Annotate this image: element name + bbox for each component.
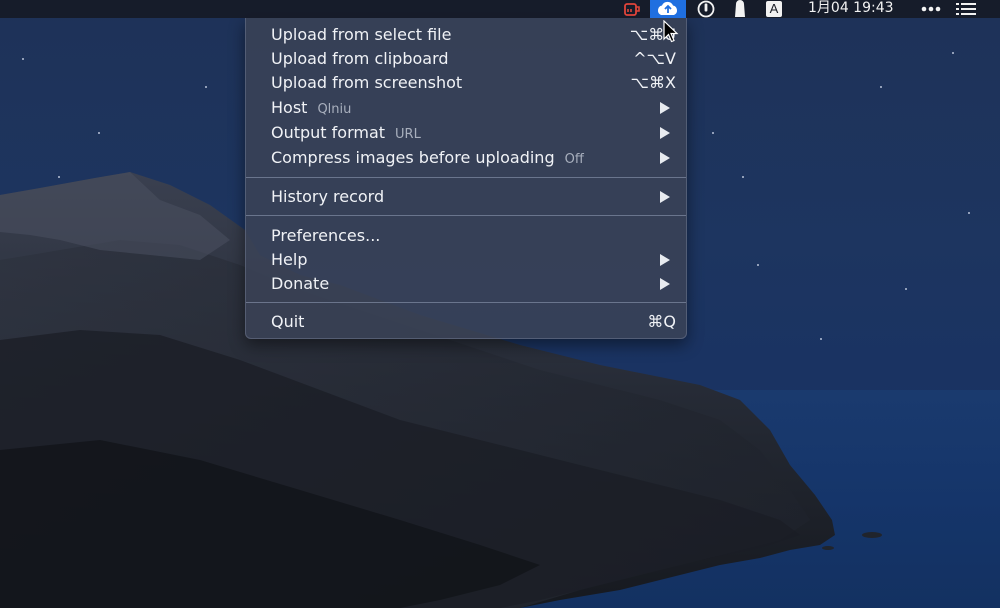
menu-item-label: History record bbox=[271, 187, 385, 206]
submenu-arrow-icon bbox=[660, 254, 670, 266]
menu-item-upload-clipboard[interactable]: Upload from clipboard ^⌥V bbox=[246, 47, 686, 71]
menu-item-value: Qlniu bbox=[317, 102, 352, 117]
menu-item-donate[interactable]: Donate bbox=[246, 272, 686, 296]
more-dots-icon[interactable] bbox=[918, 0, 944, 18]
submenu-arrow-icon bbox=[660, 152, 670, 164]
submenu-arrow-icon bbox=[660, 278, 670, 290]
menu-item-label: Preferences... bbox=[271, 226, 381, 245]
list-menu-icon[interactable] bbox=[952, 0, 980, 18]
menu-item-shortcut: ⌥⌘X bbox=[630, 73, 676, 92]
menu-item-shortcut: ^⌥V bbox=[633, 49, 676, 68]
menu-item-label: Upload from select file bbox=[271, 25, 452, 44]
menu-item-value: URL bbox=[395, 127, 421, 142]
menubar-clock[interactable]: 1月04 19:43 bbox=[808, 0, 894, 18]
input-method-icon[interactable]: A bbox=[762, 0, 786, 18]
menu-item-label: Donate bbox=[271, 274, 330, 293]
menu-item-quit[interactable]: Quit ⌘Q bbox=[246, 310, 686, 334]
menu-item-compress[interactable]: Compress images before uploading Off bbox=[246, 146, 686, 170]
power-circle-icon[interactable] bbox=[694, 0, 718, 18]
menu-item-help[interactable]: Help bbox=[246, 248, 686, 272]
menu-item-value: Off bbox=[564, 152, 584, 167]
menu-item-preferences[interactable]: Preferences... bbox=[246, 224, 686, 248]
picgo-cloud-icon[interactable] bbox=[650, 0, 686, 18]
picgo-dropdown-menu: Upload from select file ⌥⌘U Upload from … bbox=[245, 18, 687, 339]
menu-item-text: Compress images before uploading bbox=[271, 148, 555, 167]
menu-item-history[interactable]: History record bbox=[246, 185, 686, 209]
menu-separator bbox=[246, 177, 686, 178]
menu-item-label: Output format URL bbox=[271, 123, 421, 142]
menu-item-label: Compress images before uploading Off bbox=[271, 148, 584, 167]
submenu-arrow-icon bbox=[660, 191, 670, 203]
ghost-icon[interactable] bbox=[728, 0, 752, 18]
menu-item-upload-screenshot[interactable]: Upload from screenshot ⌥⌘X bbox=[246, 71, 686, 95]
menu-item-label: Upload from screenshot bbox=[271, 73, 463, 92]
submenu-arrow-icon bbox=[660, 127, 670, 139]
menu-item-host[interactable]: Host Qlniu bbox=[246, 96, 686, 120]
input-method-label: A bbox=[766, 1, 782, 17]
menu-item-label: Quit bbox=[271, 312, 305, 331]
menu-item-label: Upload from clipboard bbox=[271, 49, 449, 68]
menu-item-text: Output format bbox=[271, 123, 386, 142]
mouse-pointer-icon bbox=[663, 20, 679, 43]
system-menu-bar: A 1月04 19:43 bbox=[0, 0, 1000, 18]
desktop-wallpaper: A 1月04 19:43 Upload from select file ⌥⌘U… bbox=[0, 0, 1000, 608]
menu-item-text: Host bbox=[271, 98, 308, 117]
menu-separator bbox=[246, 215, 686, 216]
menu-item-shortcut: ⌘Q bbox=[647, 312, 676, 331]
menu-item-output-format[interactable]: Output format URL bbox=[246, 121, 686, 145]
menu-item-label: Host Qlniu bbox=[271, 98, 351, 117]
menu-separator bbox=[246, 302, 686, 303]
tea-cup-icon[interactable] bbox=[620, 0, 644, 18]
menu-item-label: Help bbox=[271, 250, 308, 269]
menu-item-upload-file[interactable]: Upload from select file ⌥⌘U bbox=[246, 23, 686, 47]
submenu-arrow-icon bbox=[660, 102, 670, 114]
